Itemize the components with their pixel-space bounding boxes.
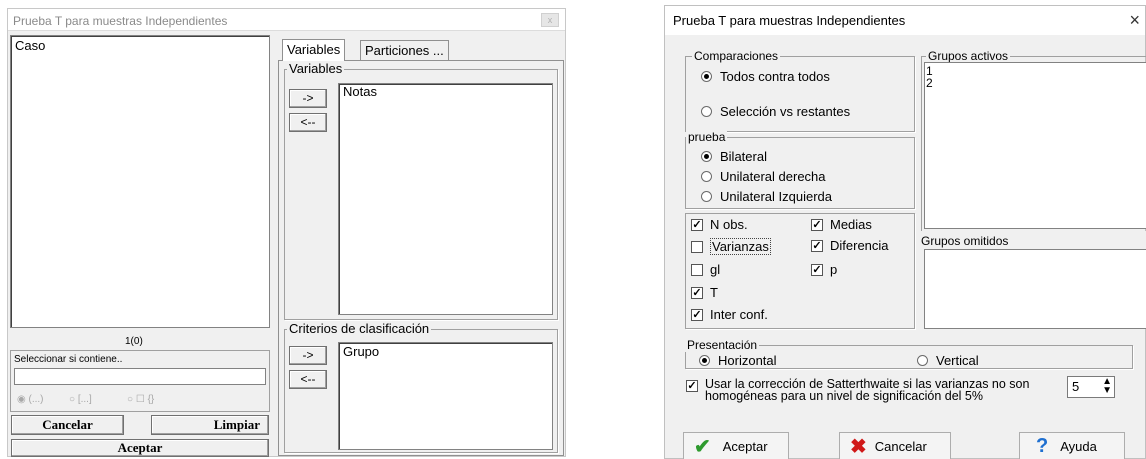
cancel-button[interactable]: Cancelar xyxy=(11,415,124,435)
filter-option-3[interactable]: ○ ☐ {} xyxy=(127,394,154,405)
filter-label: Seleccionar si contiene.. xyxy=(14,354,123,365)
radio-icon xyxy=(701,171,712,182)
variables-list[interactable]: Notas xyxy=(338,83,553,315)
dialog-title: Prueba T para muestras Independientes xyxy=(13,14,228,28)
filter-panel: Seleccionar si contiene.. ◉ (...) ○ [...… xyxy=(10,350,270,412)
dialog-title: Prueba T para muestras Independientes xyxy=(673,13,906,28)
checkbox-gl[interactable]: gl xyxy=(691,262,720,277)
radio-selected-icon xyxy=(701,151,712,162)
unchecked-icon xyxy=(691,240,703,253)
radio-selection-vs-rest[interactable]: Selección vs restantes xyxy=(701,104,850,119)
checkbox-t[interactable]: ✓ T xyxy=(691,285,718,300)
radio-right-tailed[interactable]: Unilateral derecha xyxy=(701,169,826,184)
checkbox-means[interactable]: ✓ Medias xyxy=(811,217,872,232)
checkmark-icon: ✔ xyxy=(694,435,711,458)
tab-variables[interactable]: Variables xyxy=(282,39,346,61)
radio-all-vs-all[interactable]: Todos contra todos xyxy=(701,69,830,84)
checked-icon: ✓ xyxy=(691,308,703,321)
unchecked-icon xyxy=(691,263,703,276)
radio-icon xyxy=(917,355,928,366)
add-criteria-button[interactable]: -> xyxy=(289,346,327,365)
list-item[interactable]: Caso xyxy=(15,39,45,53)
checked-icon: ✓ xyxy=(811,263,823,276)
checked-icon: ✓ xyxy=(691,286,703,299)
radio-vertical[interactable]: Vertical xyxy=(917,353,979,368)
radio-icon: ◉ xyxy=(17,394,29,405)
checked-icon: ✓ xyxy=(811,239,823,252)
checkbox-difference[interactable]: ✓ Diferencia xyxy=(811,238,889,253)
checkbox-variances[interactable]: Varianzas xyxy=(691,238,771,255)
comparisons-group: Comparaciones xyxy=(685,49,915,132)
close-button[interactable]: x xyxy=(541,13,559,27)
radio-selected-icon xyxy=(701,71,712,82)
remove-variable-button[interactable]: <-- xyxy=(289,113,327,132)
active-groups-list[interactable]: 1 2 xyxy=(924,62,1146,229)
spin-arrows-icon[interactable]: ▲ ▼ xyxy=(1102,377,1112,396)
radio-icon: ○ xyxy=(69,394,78,405)
accept-button[interactable]: Aceptar xyxy=(11,439,269,457)
help-button[interactable]: ? Ayuda xyxy=(1019,432,1125,459)
filter-input[interactable] xyxy=(14,368,266,385)
checkbox-satterthwaite[interactable]: ✓ Usar la corrección de Satterthwaite si… xyxy=(686,378,1060,402)
checkbox-p[interactable]: ✓ p xyxy=(811,262,837,277)
list-item[interactable]: Grupo xyxy=(343,345,379,359)
radio-horizontal[interactable]: Horizontal xyxy=(699,353,777,368)
checked-icon: ✓ xyxy=(811,218,823,231)
clear-button[interactable]: Limpiar xyxy=(151,415,269,435)
cancel-button[interactable]: ✖ Cancelar xyxy=(839,432,951,459)
radio-selected-icon xyxy=(699,355,710,366)
omitted-groups-header: Grupos omitidos xyxy=(921,231,1146,249)
radio-icon: ○ xyxy=(127,394,136,405)
filter-option-1[interactable]: ◉ (...) xyxy=(17,394,44,405)
list-item[interactable]: Notas xyxy=(343,85,377,99)
right-dialog: Prueba T para muestras Independientes × … xyxy=(664,5,1146,459)
significance-value: 5 xyxy=(1072,379,1080,394)
checkbox-n-obs[interactable]: ✓ N obs. xyxy=(691,217,748,232)
accept-button[interactable]: ✔ Aceptar xyxy=(683,432,789,459)
list-item[interactable]: 2 xyxy=(926,77,933,89)
checkbox-icon: ☐ xyxy=(135,394,148,405)
radio-bilateral[interactable]: Bilateral xyxy=(701,149,767,164)
checked-icon: ✓ xyxy=(691,218,703,231)
radio-icon xyxy=(701,106,712,117)
count-label: 1(0) xyxy=(125,336,143,347)
question-icon: ? xyxy=(1036,434,1049,457)
remove-criteria-button[interactable]: <-- xyxy=(289,370,327,389)
title-bar: Prueba T para muestras Independientes × xyxy=(665,6,1145,35)
tab-particiones[interactable]: Particiones ... xyxy=(360,40,449,60)
radio-icon xyxy=(701,191,712,202)
significance-stepper[interactable]: 5 ▲ ▼ xyxy=(1067,376,1115,398)
omitted-groups-label: Grupos omitidos xyxy=(921,234,1009,248)
checkbox-conf-interval[interactable]: ✓ Inter conf. xyxy=(691,307,768,322)
source-variable-list[interactable]: Caso xyxy=(10,35,270,328)
omitted-groups-list[interactable] xyxy=(924,249,1146,329)
satterthwaite-text: Usar la corrección de Satterthwaite si l… xyxy=(705,377,1030,403)
radio-left-tailed[interactable]: Unilateral Izquierda xyxy=(701,189,832,204)
cross-icon: ✖ xyxy=(850,435,867,458)
criteria-list[interactable]: Grupo xyxy=(338,342,553,450)
filter-option-2[interactable]: ○ [...] xyxy=(69,394,92,405)
left-dialog: Prueba T para muestras Independientes x … xyxy=(7,8,566,457)
add-variable-button[interactable]: -> xyxy=(289,89,327,108)
close-icon[interactable]: × xyxy=(1129,10,1140,31)
title-bar: Prueba T para muestras Independientes x xyxy=(8,9,565,31)
checked-icon: ✓ xyxy=(686,380,698,392)
